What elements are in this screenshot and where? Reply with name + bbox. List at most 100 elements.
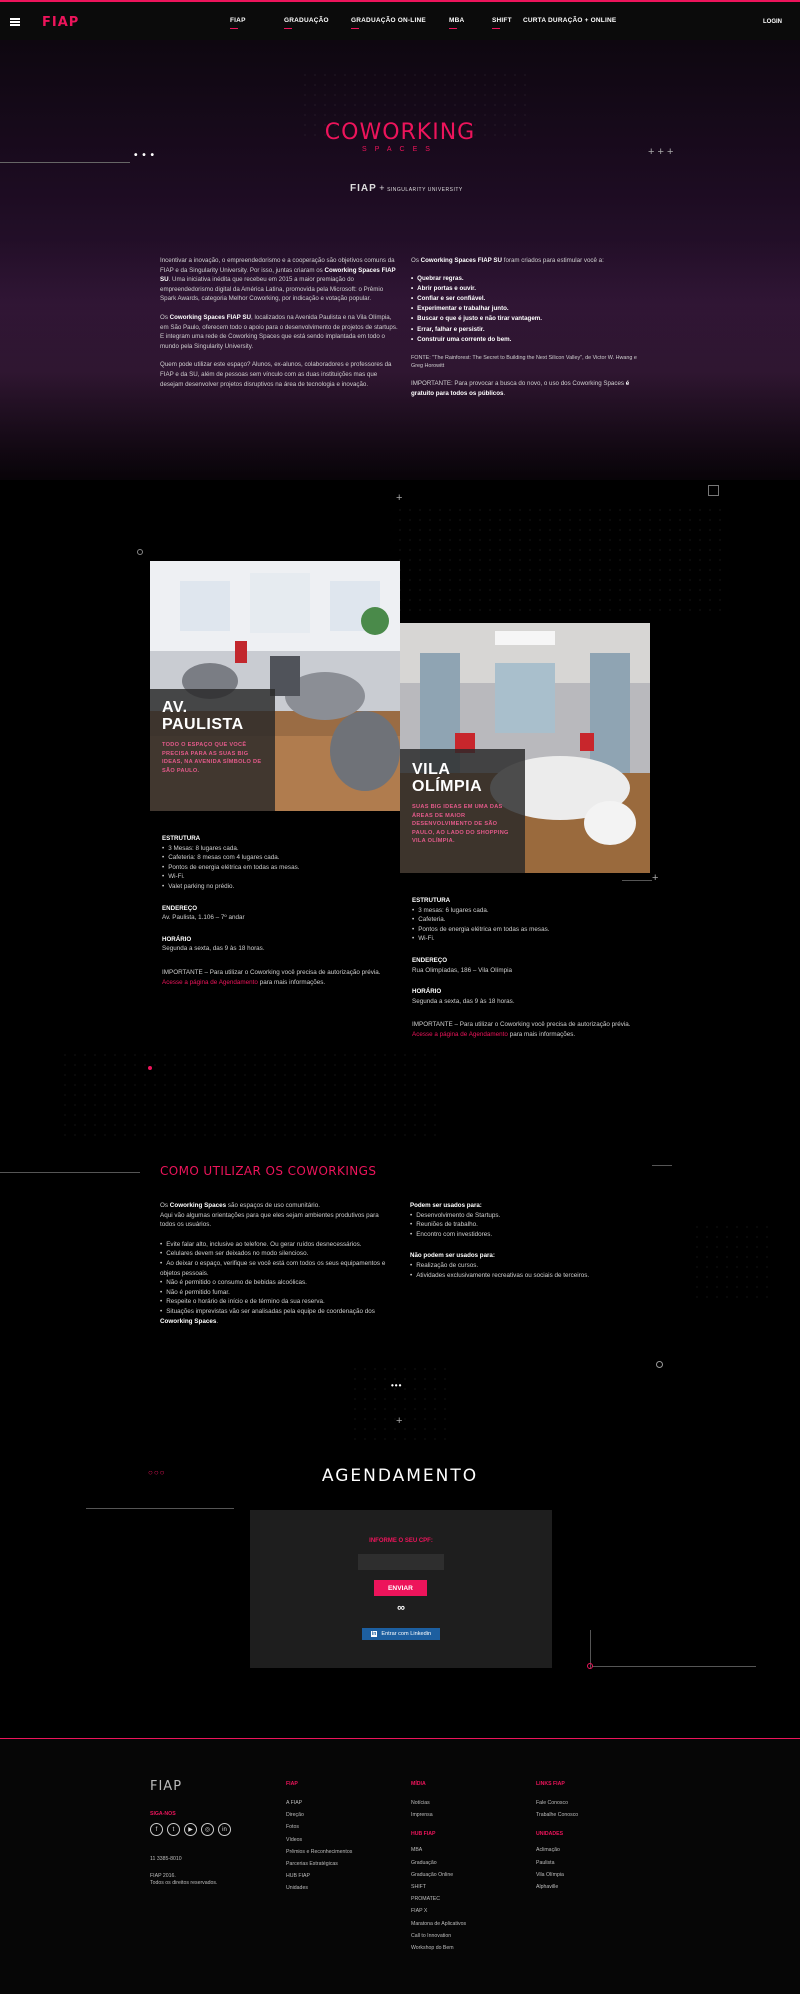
footer-link[interactable]: Prêmios e Reconhecimentos	[286, 1846, 352, 1858]
scheduling-link[interactable]: Acesse a página de Agendamento	[162, 979, 258, 986]
decorative-dots-icon: •••	[391, 1381, 403, 1390]
decorative-plus-icon: +	[396, 492, 403, 504]
rule-item: Não é permitido o consumo de bebidas alc…	[160, 1278, 390, 1288]
footer-logo[interactable]: FIAP	[150, 1779, 182, 1794]
footer-link[interactable]: Workshop do Bem	[411, 1942, 466, 1954]
footer-link[interactable]: Graduação	[411, 1857, 466, 1869]
menu-icon[interactable]	[10, 18, 20, 26]
infinity-icon: ∞	[397, 1602, 405, 1614]
scheduling-link[interactable]: Acesse a página de Agendamento	[412, 1031, 508, 1038]
footer-link[interactable]: MBA	[411, 1844, 466, 1856]
nav-item-curta-duracao[interactable]: CURTA DURAÇÃO + ONLINE	[523, 17, 616, 24]
youtube-icon[interactable]: ▶	[184, 1823, 197, 1836]
structure-item: Cafeteria: 8 mesas com 4 lugares cada.	[162, 853, 392, 863]
footer-link[interactable]: FIAP X	[411, 1905, 466, 1917]
principle-item: Buscar o que é justo e não tirar vantage…	[411, 314, 641, 324]
howto-intro: Os Coworking Spaces são espaços de uso c…	[160, 1202, 320, 1209]
structure-title: ESTRUTURA	[412, 897, 451, 904]
decorative-dot-grid	[60, 1050, 440, 1140]
structure-list: 3 Mesas: 8 lugares cada. Cafeteria: 8 me…	[162, 844, 392, 892]
decorative-line	[86, 1508, 234, 1509]
principle-item: Construir uma corrente do bem.	[411, 335, 641, 345]
footer-link[interactable]: A FIAP	[286, 1797, 352, 1809]
footer-column-title: MÍDIA	[411, 1781, 426, 1787]
footer-link[interactable]: Direção	[286, 1809, 352, 1821]
hours-value: Segunda a sexta, das 9 às 18 horas.	[162, 945, 265, 953]
can-item: Desenvolvimento de Startups.	[410, 1211, 640, 1221]
cpf-input[interactable]	[358, 1554, 444, 1570]
can-list: Desenvolvimento de Startups. Reuniões de…	[410, 1211, 640, 1240]
footer-link[interactable]: Unidades	[286, 1882, 352, 1894]
footer-link[interactable]: Parcerias Estratégicas	[286, 1858, 352, 1870]
nav-item-graduacao[interactable]: GRADUAÇÃO	[284, 17, 329, 29]
paulista-info: ESTRUTURA 3 Mesas: 8 lugares cada. Cafet…	[162, 834, 392, 987]
copyright-line-2: Todos os direitos reservados.	[150, 1880, 218, 1886]
facebook-icon[interactable]: f	[150, 1823, 163, 1836]
grid-square-icon	[708, 485, 719, 496]
principle-item: Confiar e ser confiável.	[411, 294, 641, 304]
footer-link[interactable]: SHIFT	[411, 1881, 466, 1893]
howto-intro-2: Aqui vão algumas orientações para que el…	[160, 1211, 379, 1229]
howto-usage: Podem ser usados para: Desenvolvimento d…	[410, 1201, 640, 1280]
nav-item-mba[interactable]: MBA	[449, 17, 464, 29]
plus-sign: +	[379, 183, 385, 193]
footer-link[interactable]: Imprensa	[411, 1809, 466, 1821]
footer-link[interactable]: Vila Olímpia	[536, 1869, 578, 1881]
footer-link[interactable]: Vídeos	[286, 1834, 352, 1846]
can-item: Reuniões de trabalho.	[410, 1220, 640, 1230]
footer-link[interactable]: Paulista	[536, 1857, 578, 1869]
structure-item: Pontos de energia elétrica em todas as m…	[162, 863, 392, 873]
nav-item-fiap[interactable]: FIAP	[230, 17, 246, 29]
linkedin-login-button[interactable]: in Entrar com Linkedin	[362, 1628, 440, 1640]
nav-item-shift[interactable]: SHIFT	[492, 17, 512, 29]
hero-principles: Os Coworking Spaces FIAP SU foram criado…	[411, 256, 641, 398]
footer-link[interactable]: Alphaville	[536, 1881, 578, 1893]
footer-link[interactable]: Notícias	[411, 1797, 466, 1809]
unit-name-line-2: OLÍMPIA	[412, 778, 483, 795]
copyright-line-1: FIAP 2016.	[150, 1873, 176, 1879]
rule-item: Não é permitido fumar.	[160, 1288, 390, 1298]
agenda-title: AGENDAMENTO	[321, 1466, 479, 1486]
intro-paragraph-2: Os Coworking Spaces FIAP SU, localizados…	[160, 313, 398, 350]
principles-intro: Os Coworking Spaces FIAP SU foram criado…	[411, 257, 604, 264]
footer-link[interactable]: HUB FIAP	[286, 1870, 352, 1882]
structure-title: ESTRUTURA	[162, 835, 201, 842]
twitter-icon[interactable]: t	[167, 1823, 180, 1836]
footer-link[interactable]: Graduação Online	[411, 1869, 466, 1881]
unit-name-line-2: PAULISTA	[162, 716, 244, 733]
rule-item: Celulares devem ser deixados no modo sil…	[160, 1249, 390, 1259]
send-button[interactable]: ENVIAR	[374, 1580, 427, 1596]
instagram-icon[interactable]: ◎	[201, 1823, 214, 1836]
coworking-subtitle: SPACES	[362, 146, 438, 153]
address-value: Av. Paulista, 1.106 – 7º andar	[162, 914, 245, 922]
circle-icon	[137, 549, 143, 555]
fiap-logo[interactable]: FIAP	[42, 15, 79, 30]
singularity-logo: SINGULARITY UNIVERSITY	[387, 187, 463, 193]
footer-link[interactable]: Fotos	[286, 1821, 352, 1833]
login-link[interactable]: LOGIN	[763, 19, 782, 25]
intro-paragraph-1: Incentivar a inovação, o empreendedorism…	[160, 257, 396, 303]
hours-title: HORÁRIO	[412, 988, 442, 996]
nav-item-graduacao-online[interactable]: GRADUAÇÃO ON-LINE	[351, 17, 426, 29]
principle-item: Errar, falhar e persistir.	[411, 325, 641, 335]
coworking-title: COWORKING	[324, 120, 476, 145]
footer-link[interactable]: Fale Conosco	[536, 1797, 578, 1809]
footer-link[interactable]: Trabalhe Conosco	[536, 1809, 578, 1821]
cannot-list: Realização de cursos. Atividades exclusi…	[410, 1261, 640, 1280]
footer-link[interactable]: PROMATEC	[411, 1893, 466, 1905]
decorative-dot-grid	[350, 1364, 450, 1444]
footer-link[interactable]: Aclimação	[536, 1844, 578, 1856]
rule-item: Respeite o horário de início e de términ…	[160, 1297, 390, 1307]
principle-item: Quebrar regras.	[411, 274, 641, 284]
structure-item: Valet parking no prédio.	[162, 882, 392, 892]
cpf-label: INFORME O SEU CPF:	[369, 1538, 433, 1544]
footer-link[interactable]: Call to Innovation	[411, 1930, 466, 1942]
linkedin-icon[interactable]: in	[218, 1823, 231, 1836]
decorative-pink-circle	[587, 1663, 593, 1669]
decorative-plus-icon: +	[396, 1415, 403, 1427]
free-access-note: IMPORTANTE: Para provocar a busca do nov…	[411, 380, 630, 397]
decorative-pink-dot	[148, 1066, 152, 1070]
footer-link[interactable]: Maratona de Aplicativos	[411, 1918, 466, 1930]
decorative-dot-grid	[395, 505, 725, 615]
can-title: Podem ser usados para:	[410, 1202, 482, 1209]
